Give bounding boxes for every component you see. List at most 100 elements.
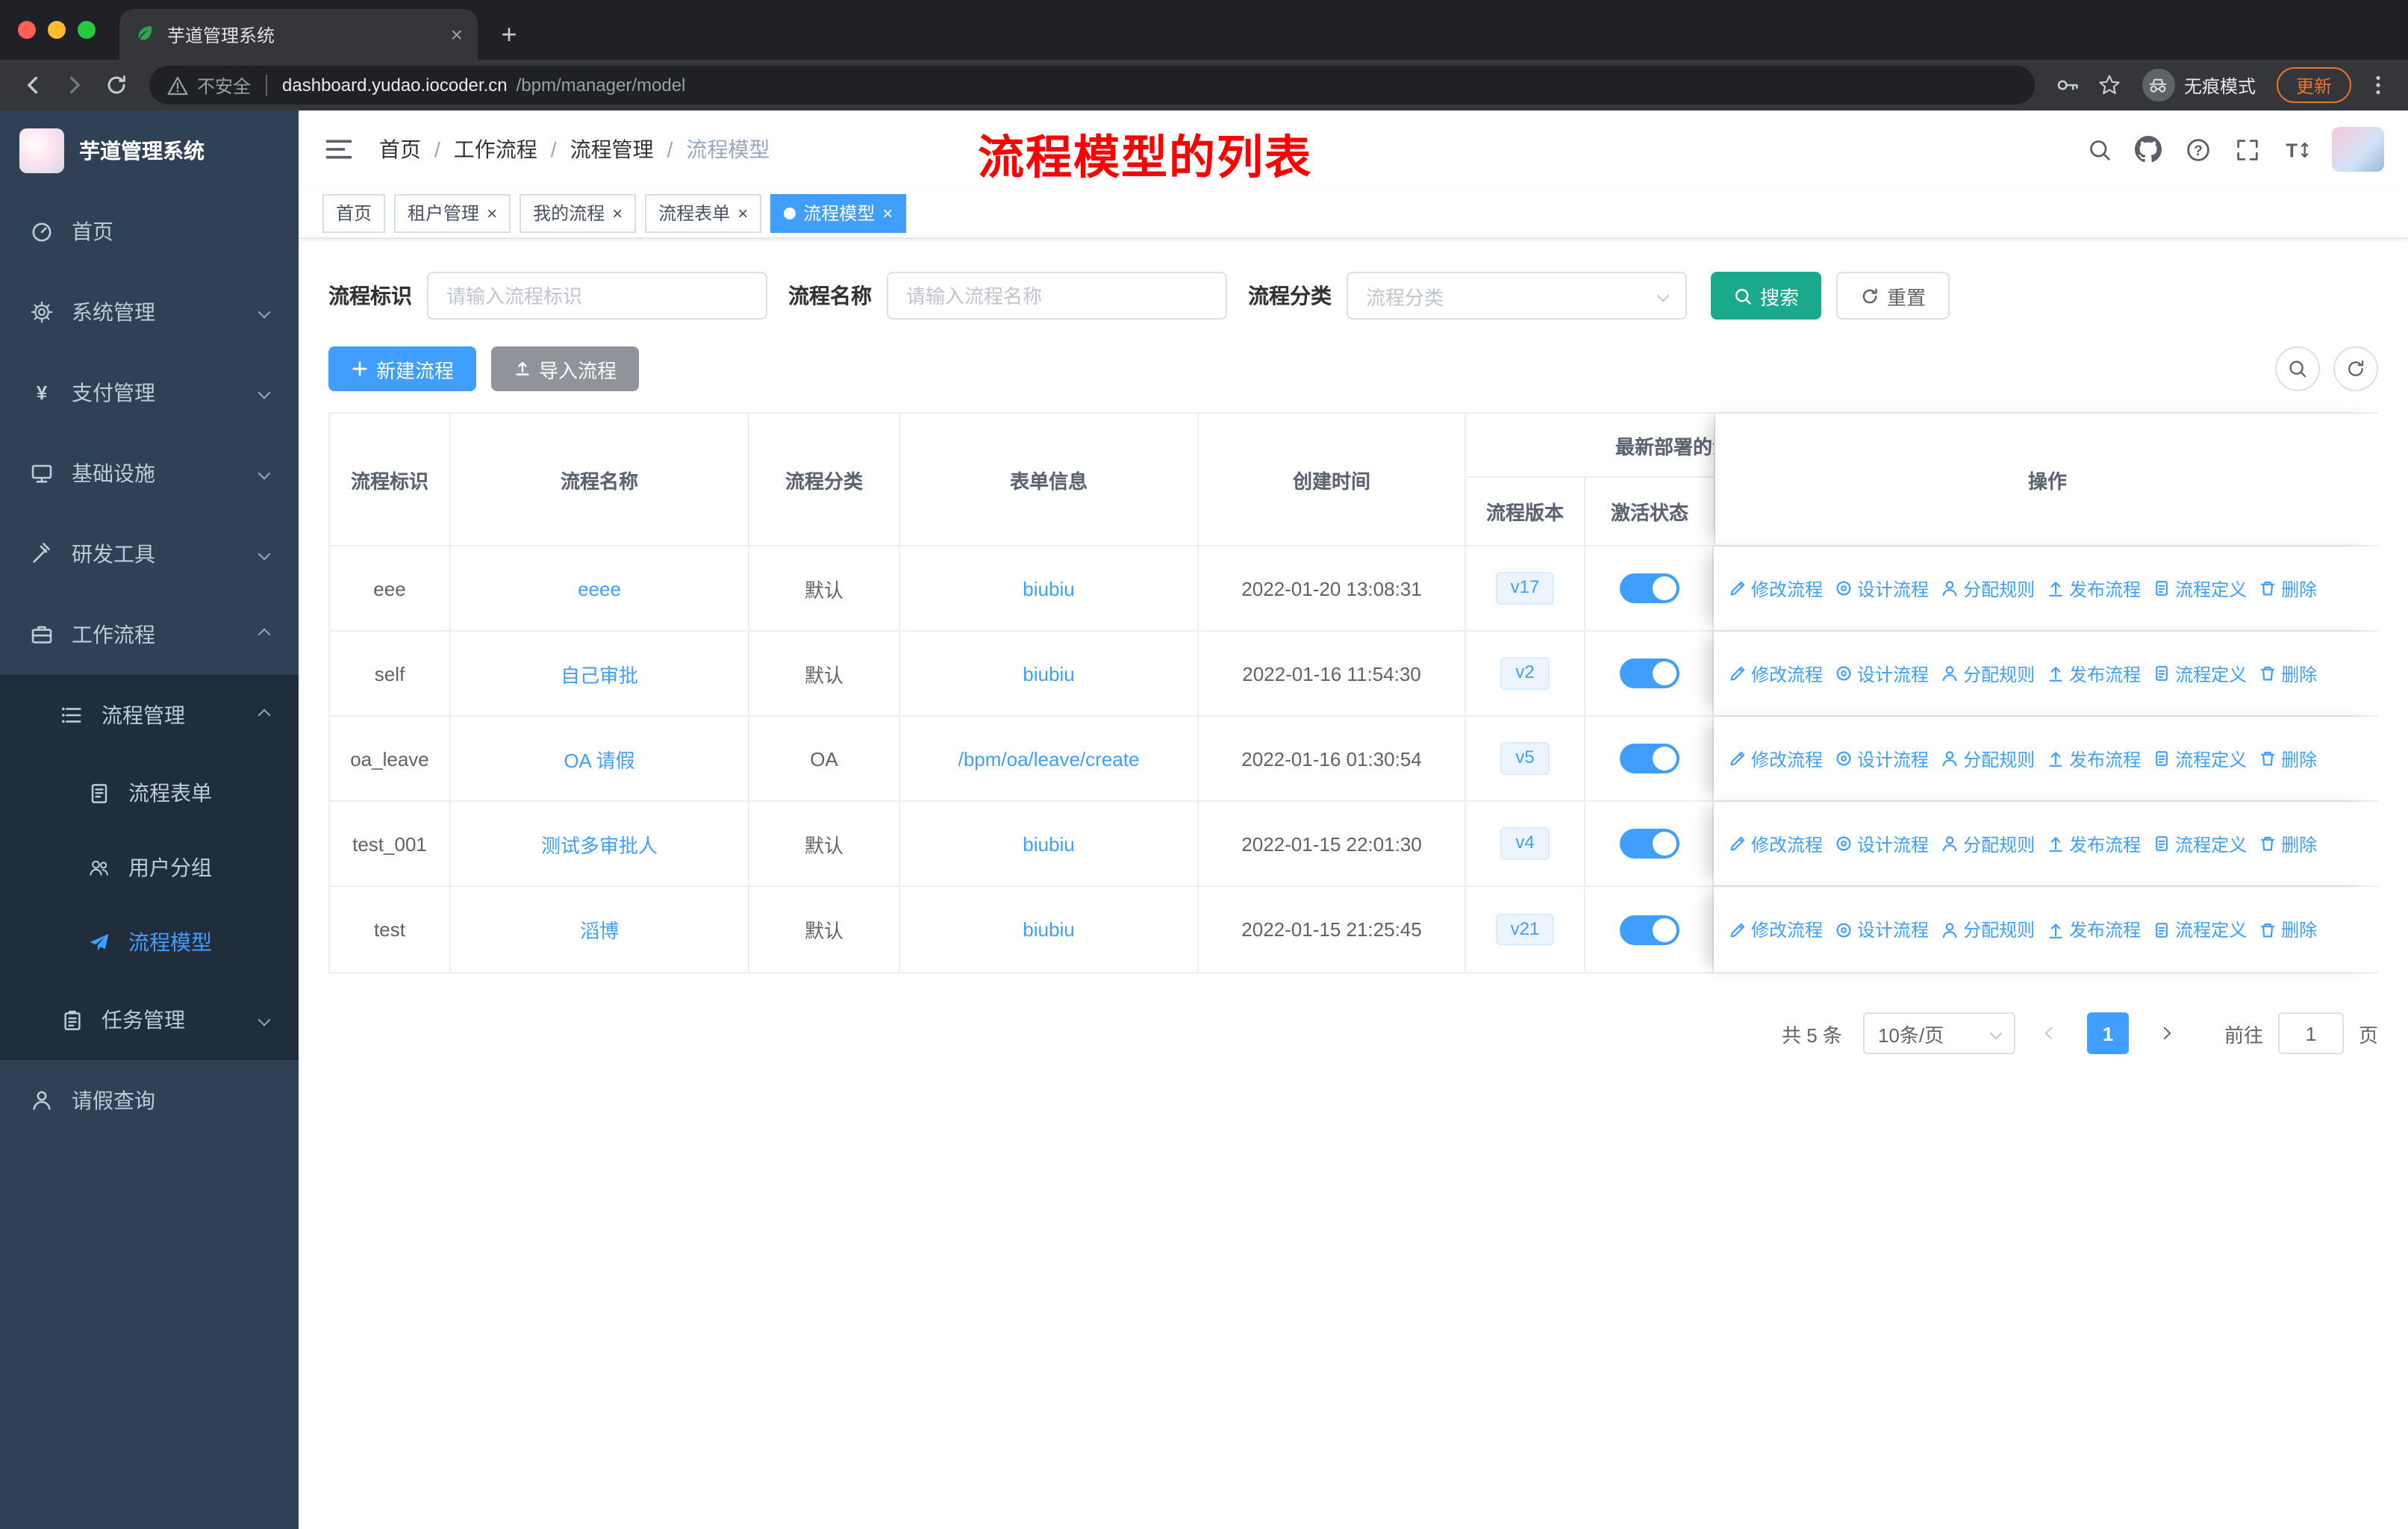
font-size-icon[interactable]: T — [2283, 136, 2309, 163]
user-avatar[interactable] — [2332, 127, 2384, 172]
modify-process-link[interactable]: 修改流程 — [1729, 831, 1823, 856]
close-icon[interactable]: × — [882, 204, 893, 222]
process-definition-link[interactable]: 流程定义 — [2153, 917, 2247, 942]
process-key-input[interactable] — [427, 272, 767, 320]
hamburger-icon[interactable] — [322, 133, 355, 166]
active-toggle[interactable] — [1619, 658, 1679, 688]
publish-process-link[interactable]: 发布流程 — [2047, 831, 2141, 856]
tag-process-form[interactable]: 流程表单 × — [645, 193, 762, 232]
key-icon[interactable] — [2047, 64, 2089, 106]
form-info-link[interactable]: biubiu — [1023, 918, 1074, 941]
process-definition-link[interactable]: 流程定义 — [2153, 576, 2247, 601]
process-name-link[interactable]: 滔博 — [580, 915, 619, 944]
publish-process-link[interactable]: 发布流程 — [2047, 917, 2141, 942]
assign-rule-link[interactable]: 分配规则 — [1941, 917, 2035, 942]
publish-process-link[interactable]: 发布流程 — [2047, 746, 2141, 771]
help-icon[interactable]: ? — [2184, 136, 2211, 163]
process-definition-link[interactable]: 流程定义 — [2153, 746, 2247, 771]
fullscreen-icon[interactable] — [2233, 136, 2260, 163]
star-icon[interactable] — [2089, 64, 2130, 106]
modify-process-link[interactable]: 修改流程 — [1729, 917, 1823, 942]
assign-rule-link[interactable]: 分配规则 — [1941, 576, 2035, 601]
reset-button[interactable]: 重置 — [1836, 272, 1950, 320]
design-process-link[interactable]: 设计流程 — [1835, 576, 1929, 601]
sidebar-item-leave-query[interactable]: 请假查询 — [0, 1060, 299, 1141]
sidebar-item-devtools[interactable]: 研发工具 — [0, 514, 299, 594]
sidebar-logo[interactable]: 芋道管理系统 — [0, 110, 299, 191]
sidebar-item-payment[interactable]: ¥ 支付管理 — [0, 352, 299, 433]
process-name-input[interactable] — [887, 272, 1227, 320]
tab-close-icon[interactable]: × — [451, 24, 463, 45]
import-process-button[interactable]: 导入流程 — [491, 346, 640, 391]
tag-tenant[interactable]: 租户管理 × — [394, 193, 511, 232]
browser-tab[interactable]: 芋道管理系统 × — [119, 9, 478, 60]
close-icon[interactable]: × — [487, 204, 497, 222]
category-select[interactable]: 流程分类 — [1347, 272, 1687, 320]
delete-link[interactable]: 删除 — [2259, 917, 2317, 942]
sidebar-item-process-form[interactable]: 流程表单 — [0, 756, 299, 830]
sidebar-item-process-mgmt[interactable]: 流程管理 — [0, 675, 299, 756]
design-process-link[interactable]: 设计流程 — [1835, 661, 1929, 686]
process-name-link[interactable]: 测试多审批人 — [541, 829, 658, 858]
form-info-link[interactable]: biubiu — [1023, 662, 1074, 685]
assign-rule-link[interactable]: 分配规则 — [1941, 746, 2035, 771]
delete-link[interactable]: 删除 — [2259, 576, 2317, 601]
search-icon[interactable] — [2086, 136, 2112, 163]
kebab-menu-icon[interactable] — [2360, 67, 2396, 103]
modify-process-link[interactable]: 修改流程 — [1729, 576, 1823, 601]
active-toggle[interactable] — [1619, 829, 1679, 859]
address-bar[interactable]: 不安全 dashboard.yudao.iocoder.cn/bpm/manag… — [149, 66, 2035, 105]
active-toggle[interactable] — [1619, 744, 1679, 773]
tag-home[interactable]: 首页 — [322, 193, 386, 232]
close-icon[interactable]: × — [737, 204, 748, 222]
form-info-link[interactable]: biubiu — [1023, 577, 1074, 600]
active-toggle[interactable] — [1619, 573, 1679, 603]
modify-process-link[interactable]: 修改流程 — [1729, 746, 1823, 771]
update-button[interactable]: 更新 — [2276, 67, 2351, 103]
process-name-link[interactable]: eeee — [578, 577, 621, 600]
sidebar-item-workflow[interactable]: 工作流程 — [0, 594, 299, 675]
breadcrumb-item[interactable]: 工作流程 — [454, 134, 537, 164]
page-1-button[interactable]: 1 — [2086, 1012, 2129, 1054]
goto-page-input[interactable] — [2277, 1012, 2344, 1054]
modify-process-link[interactable]: 修改流程 — [1729, 661, 1823, 686]
github-icon[interactable] — [2135, 136, 2162, 163]
prev-page-button[interactable] — [2030, 1012, 2072, 1054]
active-toggle[interactable] — [1619, 915, 1679, 944]
create-process-button[interactable]: 新建流程 — [328, 346, 477, 391]
close-window-button[interactable] — [18, 21, 36, 39]
sidebar-item-task-mgmt[interactable]: 任务管理 — [0, 980, 299, 1060]
delete-link[interactable]: 删除 — [2259, 831, 2317, 856]
form-info-link[interactable]: /bpm/oa/leave/create — [958, 747, 1140, 770]
process-definition-link[interactable]: 流程定义 — [2153, 661, 2247, 686]
zoom-window-button[interactable] — [78, 21, 96, 39]
reload-icon[interactable] — [96, 64, 137, 106]
sidebar-item-system[interactable]: 系统管理 — [0, 272, 299, 352]
delete-link[interactable]: 删除 — [2259, 661, 2317, 686]
design-process-link[interactable]: 设计流程 — [1835, 746, 1929, 771]
design-process-link[interactable]: 设计流程 — [1835, 831, 1929, 856]
forward-icon[interactable] — [54, 64, 96, 106]
process-name-link[interactable]: OA 请假 — [564, 744, 634, 773]
toggle-search-button[interactable] — [2275, 346, 2320, 391]
process-definition-link[interactable]: 流程定义 — [2153, 831, 2247, 856]
delete-link[interactable]: 删除 — [2259, 746, 2317, 771]
publish-process-link[interactable]: 发布流程 — [2047, 576, 2141, 601]
minimize-window-button[interactable] — [48, 21, 66, 39]
design-process-link[interactable]: 设计流程 — [1835, 917, 1929, 942]
sidebar-item-home[interactable]: 首页 — [0, 191, 299, 272]
assign-rule-link[interactable]: 分配规则 — [1941, 661, 2035, 686]
back-icon[interactable] — [12, 64, 54, 106]
next-page-button[interactable] — [2143, 1012, 2186, 1054]
breadcrumb-item[interactable]: 流程管理 — [570, 134, 654, 164]
process-name-link[interactable]: 自己审批 — [561, 659, 638, 688]
refresh-button[interactable] — [2333, 346, 2378, 391]
page-size-select[interactable]: 10条/页 — [1862, 1012, 2015, 1054]
breadcrumb-item[interactable]: 首页 — [379, 134, 421, 164]
sidebar-item-user-group[interactable]: 用户分组 — [0, 830, 299, 905]
tag-my-process[interactable]: 我的流程 × — [520, 193, 637, 232]
form-info-link[interactable]: biubiu — [1023, 832, 1074, 855]
search-button[interactable]: 搜索 — [1711, 272, 1822, 320]
publish-process-link[interactable]: 发布流程 — [2047, 661, 2141, 686]
new-tab-button[interactable]: + — [487, 12, 531, 57]
